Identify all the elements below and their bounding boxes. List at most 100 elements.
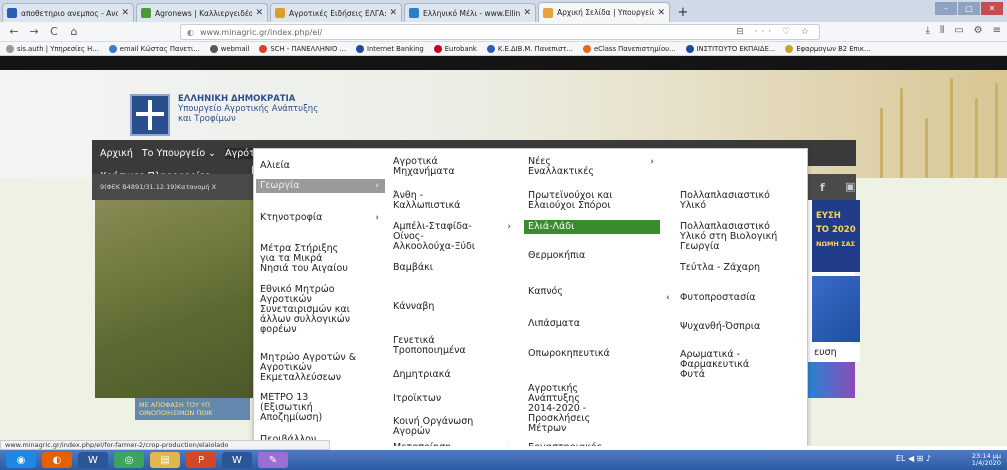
facebook-icon[interactable]: f — [820, 181, 825, 194]
close-icon[interactable]: ✕ — [657, 8, 665, 18]
bookmark-item[interactable]: SCH - ΠΑΝΕΛΛΗΝΙΟ ... — [259, 44, 346, 53]
word-icon[interactable]: W — [78, 452, 108, 468]
menu-item[interactable]: Πρωτεϊνούχοι και Ελαιούχοι Σπόροι — [524, 189, 660, 213]
program-banner[interactable]: ευση — [812, 344, 860, 362]
firefox-icon[interactable]: ◐ — [42, 452, 72, 468]
reload-icon[interactable]: C — [46, 25, 62, 38]
close-window-button[interactable]: ✕ — [981, 2, 1003, 15]
youtube-icon[interactable]: ▣ — [845, 180, 855, 193]
photo-caption[interactable]: ΜΕ ΑΠΟΦΑΣΗ ΤΟΥ ΥΠ ΟΙΝΟΠΟΙΗΣΙΜΩΝ ΠΟΙΚ — [135, 398, 250, 420]
menu-column-2: Αγροτικά Μηχανήματα Άνθη - Καλλωπιστικά Αμ… — [387, 149, 521, 447]
menu-item[interactable]: Νέες Εναλλακτικές › — [524, 155, 660, 179]
ministry-title[interactable]: ΕΛΛΗΝΙΚΗ ΔΗΜΟΚΡΑΤΙΑ Υπουργείο Αγροτικής … — [178, 94, 318, 124]
menu-item[interactable]: Οπωροκηπευτικά — [524, 347, 660, 361]
menu-item[interactable]: Κοινή Οργάνωση Αγορών — [389, 415, 517, 439]
bookmark-item[interactable]: ΙΝΣΤΙΤΟΥΤΟ ΕΚΠΑΙΔΕ... — [685, 44, 775, 53]
sidebar-icon[interactable]: ▭ — [954, 25, 963, 36]
menu-item[interactable]: Αλιεία — [256, 159, 385, 173]
tab-list: αποθετηριο ανεμπος - Αναζήτ✕Agronews | Κ… — [2, 0, 672, 22]
menu-item[interactable]: Πολλαπλασιαστικό Υλικό — [676, 189, 800, 213]
bookmark-item[interactable]: K.E.ΔΙΒ.Μ. Πανεπιστ... — [486, 44, 573, 53]
back-icon[interactable]: ← — [6, 25, 22, 38]
library-icon[interactable]: ⫴ — [940, 25, 944, 36]
menu-item[interactable]: Αγροτικής Ανάπτυξης 2014-2020 - Προσκλήσ… — [524, 382, 660, 436]
menu-item[interactable]: Άνθη - Καλλωπιστικά — [389, 189, 517, 213]
page-actions[interactable]: ⊟ ··· ♡ ☆ — [736, 27, 813, 37]
ministry-line2: Υπουργείο Αγροτικής Ανάπτυξης — [178, 104, 319, 114]
menu-item[interactable]: Τεύτλα - Ζάχαρη — [676, 261, 800, 275]
close-icon[interactable]: ✕ — [121, 8, 129, 18]
menu-item-label: Εθνικό Μητρώο Αγροτικών Συνεταιρισμών κα… — [260, 284, 351, 335]
browser-tab[interactable]: Αγροτικές Ειδήσεις ΕΛΓΑ: Ενη✕ — [270, 3, 402, 22]
home-icon[interactable]: ⌂ — [66, 25, 82, 38]
browser-tab[interactable]: Ελληνικό Μέλι - www.Ellinik ✕ — [404, 3, 536, 22]
menu-item-label: Γενετικά Τροποποιημένα — [393, 335, 466, 356]
menu-item[interactable]: Γεωργία › — [256, 179, 385, 193]
bookmark-item[interactable]: Eurobank — [433, 44, 477, 53]
toolbar-right: ⤓ ⫴ ▭ ⚙ ≡ — [916, 25, 1001, 36]
menu-item[interactable]: ΜΕΤΡΟ 13 (Εξισωτική Αποζημίωση) — [256, 391, 385, 425]
menu-item[interactable]: Αγροτικά Μηχανήματα — [389, 155, 517, 179]
bookmark-item[interactable]: webmail — [209, 44, 250, 53]
browser-tab[interactable]: Agronews | Καλλιεργειδέας ✕ — [136, 3, 268, 22]
menu-item-label: Μεταποίηση — [393, 443, 503, 447]
menu-item[interactable]: Φυτοπροστασία ‹ — [666, 291, 800, 305]
menu-item[interactable]: Μέτρα Στήριξης για τα Μικρά Νησιά του Αι… — [256, 242, 385, 276]
download-icon[interactable]: ⤓ — [926, 25, 930, 36]
menu-item[interactable]: Ιτροϊκτων — [389, 392, 517, 406]
chevron-right-icon: › — [375, 213, 379, 223]
menu-item[interactable]: Αμπέλι-Σταφίδα- Οίνος- Αλκοολούχα-Ξύδι › — [389, 220, 517, 254]
menu-item[interactable]: Βαμβάκι — [389, 261, 517, 275]
new-tab-button[interactable]: + — [672, 3, 694, 22]
bookmark-item[interactable]: Εφαρμογων Β2 Επικ... — [785, 44, 870, 53]
menu-item[interactable]: Μεταποίηση › — [389, 441, 517, 447]
browser-tab[interactable]: αποθετηριο ανεμπος - Αναζήτ✕ — [2, 3, 134, 22]
minimize-button[interactable]: – — [935, 2, 957, 15]
menu-item[interactable]: Λιπάσματα — [524, 317, 660, 331]
nav-item[interactable]: Αρχική — [100, 148, 133, 159]
nav-item[interactable]: Το Υπουργείο ⌄ — [142, 148, 216, 159]
system-tray[interactable]: EL ◀ ⊞ ♪ 23:14 μμ 1/4/2020 — [896, 453, 1001, 467]
chrome-icon[interactable]: ◎ — [114, 452, 144, 468]
menu-item[interactable]: Κάνναβη — [389, 300, 517, 314]
menu-item[interactable]: Ελιά-Λάδι — [524, 220, 660, 234]
ministry-logo-icon[interactable] — [130, 94, 170, 136]
menu-item-label: Θερμοκήπια — [528, 250, 586, 261]
forward-icon[interactable]: → — [26, 25, 42, 38]
bookmark-icon — [685, 44, 694, 53]
start-orb-icon[interactable]: ◉ — [6, 452, 36, 468]
address-bar[interactable]: ◐ www.minagric.gr/index.php/el/ ⊟ ··· ♡ … — [180, 24, 820, 40]
menu-item[interactable]: Θερμοκήπια — [524, 249, 660, 263]
event-banner[interactable]: ΕΥΣΗ ΤΟ 2020 ΝΩΜΗ ΣΑΣ — [812, 200, 860, 272]
maximize-button[interactable]: □ — [958, 2, 980, 15]
bookmark-item[interactable]: email Κώστας Πανετι... — [108, 44, 200, 53]
menu-item[interactable]: Μητρώο Αγροτών & Αγροτικών Εκμεταλλεύσεω… — [256, 351, 385, 385]
menu-item[interactable]: Πολλαπλασιαστικό Υλικό στη Βιολογική Γεω… — [676, 220, 800, 254]
close-icon[interactable]: ✕ — [389, 8, 397, 18]
menu-item[interactable]: Εθνικό Μητρώο Αγροτικών Συνεταιρισμών κα… — [256, 283, 385, 337]
extension-icon[interactable]: ⚙ — [974, 25, 983, 36]
bookmark-label: webmail — [220, 44, 250, 53]
menu-icon[interactable]: ≡ — [993, 25, 1001, 36]
url-text: www.minagric.gr/index.php/el/ — [199, 27, 323, 37]
featured-photo[interactable]: ΜΕ ΑΠΟΦΑΣΗ ΤΟΥ ΥΠ ΟΙΝΟΠΟΙΗΣΙΜΩΝ ΠΟΙΚ — [95, 200, 255, 420]
tray-icons[interactable]: EL ◀ ⊞ ♪ — [896, 455, 931, 463]
close-icon[interactable]: ✕ — [255, 8, 263, 18]
paint-icon[interactable]: ✎ — [258, 452, 288, 468]
bookmark-item[interactable]: eClass Πανεπιστημίου... — [582, 44, 676, 53]
word-icon[interactable]: W — [222, 452, 252, 468]
browser-tab[interactable]: Αρχική Σελίδα | Υπουργείο Αγρ✕ — [538, 2, 670, 22]
menu-item[interactable]: Δημητριακά — [389, 368, 517, 382]
powerpoint-icon[interactable]: P — [186, 452, 216, 468]
bookmark-item[interactable]: Internet Banking — [356, 44, 424, 53]
menu-item[interactable]: Αρωματικά - Φαρμακευτικά Φυτά — [676, 348, 800, 382]
close-icon[interactable]: ✕ — [523, 8, 531, 18]
menu-item[interactable]: Εργαστηριακός Επίσημος Έλεγχος — [524, 441, 660, 447]
menu-item[interactable]: Κτηνοτροφία › — [256, 211, 385, 225]
folder-icon[interactable]: ▤ — [150, 452, 180, 468]
menu-item[interactable]: Γενετικά Τροποποιημένα — [389, 334, 517, 358]
bookmark-item[interactable]: sis.auth | Υπηρεσίες Η... — [6, 44, 99, 53]
chevron-right-icon: › — [650, 157, 654, 167]
menu-item[interactable]: Καπνός — [524, 285, 660, 299]
menu-item[interactable]: Ψυχανθή-Όσπρια — [676, 320, 800, 334]
